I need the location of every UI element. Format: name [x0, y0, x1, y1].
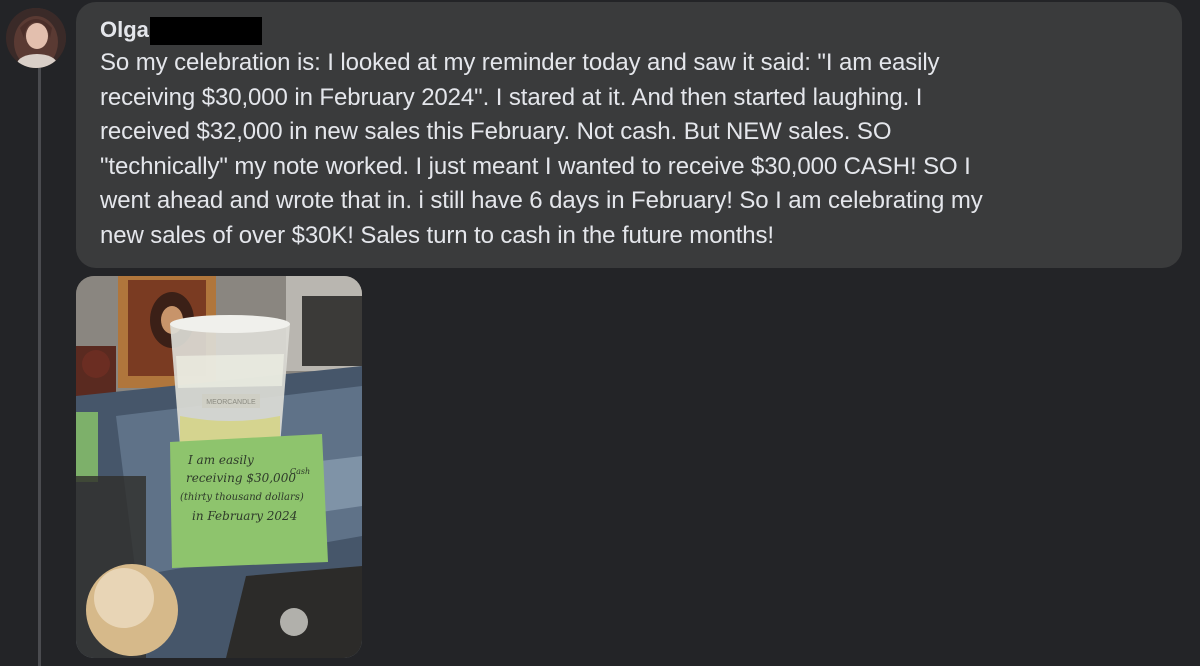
comment-text-line: "technically" my note worked. I just mea…: [100, 152, 971, 180]
comment-bubble: Olga So my celebration is: I looked at m…: [76, 2, 1182, 268]
sticky-note: I am easily receiving $30,000 (thirty th…: [170, 434, 328, 568]
note-line-1: I am easily: [187, 453, 254, 467]
comment-text-line: received $32,000 in new sales this Febru…: [100, 118, 892, 145]
comment-text-line: So my celebration is: I looked at my rem…: [100, 49, 940, 76]
avatar-image: [6, 8, 66, 68]
thread-line: [38, 66, 41, 666]
comment-text-line: new sales of over $30K! Sales turn to ca…: [100, 221, 774, 249]
comment-thread: Olga So my celebration is: I looked at m…: [0, 0, 1200, 666]
note-cash-addition: Cash: [290, 467, 310, 476]
comment-text: So my celebration is: I looked at my rem…: [100, 46, 1170, 253]
photo-image: MEORCANDLE I am easily receiving $30,000…: [76, 276, 362, 658]
avatar[interactable]: [6, 8, 66, 68]
note-line-3: (thirty thousand dollars): [180, 492, 304, 503]
comment-text-line: went ahead and wrote that in. i still ha…: [100, 187, 983, 214]
redacted-surname: [150, 17, 262, 45]
candle-label: MEORCANDLE: [206, 399, 256, 406]
comment-text-line: receiving $30,000 in February 2024". I s…: [100, 83, 923, 111]
note-line-2: receiving $30,000: [186, 471, 296, 485]
attached-photo[interactable]: MEORCANDLE I am easily receiving $30,000…: [76, 276, 362, 658]
note-line-4: in February 2024: [192, 509, 297, 523]
author-name[interactable]: Olga: [100, 16, 149, 44]
